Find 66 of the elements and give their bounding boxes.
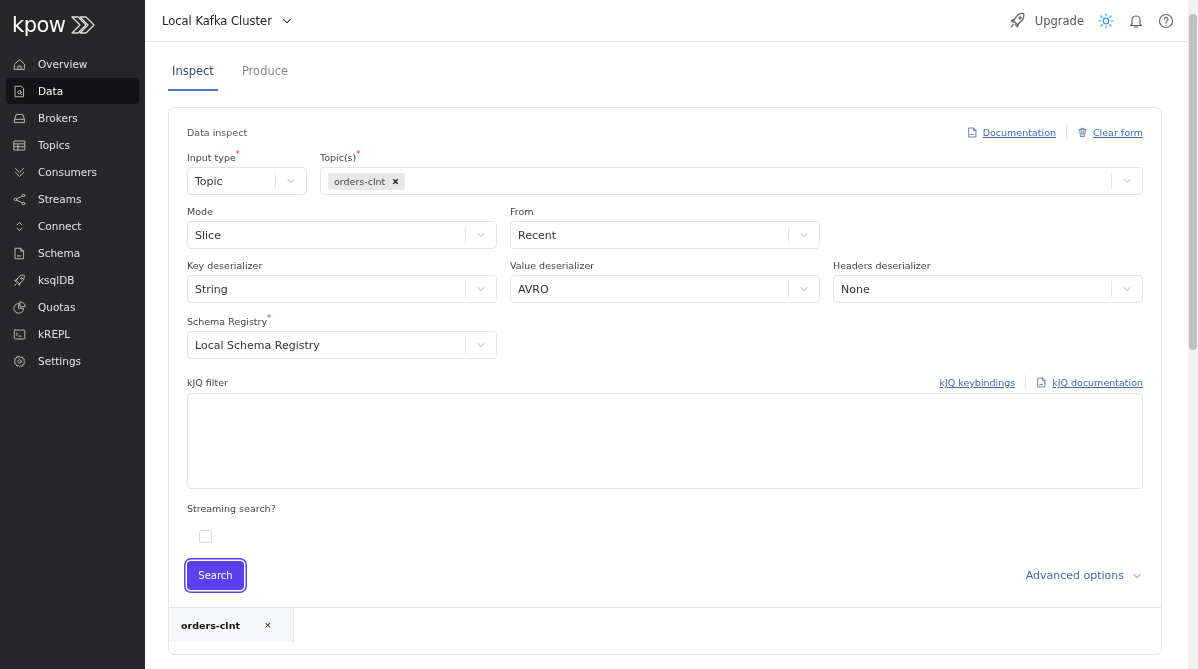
select-field[interactable]: None: [833, 275, 1143, 304]
tag-chip: orders-clnt: [328, 172, 406, 190]
tab[interactable]: Inspect: [168, 58, 218, 91]
select-field[interactable]: AVRO: [510, 275, 820, 304]
search-button[interactable]: Search: [187, 561, 244, 591]
link[interactable]: Clear form: [1077, 126, 1143, 138]
sidebar-item[interactable]: Brokers: [6, 105, 139, 131]
pie-chart-icon: [13, 300, 26, 314]
terminal-icon: [13, 327, 26, 341]
field-label: Key deserializer: [187, 260, 264, 272]
document-icon: [13, 246, 26, 260]
sidebar-item[interactable]: ksqlDB: [6, 267, 139, 293]
home-icon: [13, 57, 26, 71]
document-icon: [966, 126, 978, 138]
field-label: kJQ filter: [187, 376, 228, 388]
rocket-icon: [13, 273, 26, 287]
sidebar-item[interactable]: Quotas: [6, 294, 139, 320]
field-label: Headers deserializer: [833, 260, 932, 272]
field-label: Mode: [187, 206, 214, 218]
sidebar-item[interactable]: Connect: [6, 213, 139, 239]
share-icon: [13, 192, 26, 206]
result-tab[interactable]: orders-clnt ×: [169, 608, 295, 643]
rocket-icon: [1008, 12, 1026, 29]
select-field[interactable]: Topic: [187, 167, 307, 196]
field-label: Topic(s)$^{*}$: [320, 150, 362, 164]
checkbox[interactable]: [199, 530, 212, 544]
sidebar-item[interactable]: Topics: [6, 132, 139, 158]
field-label: Schema Registry$^{*}$: [187, 314, 273, 328]
sidebar-item[interactable]: Overview: [6, 51, 139, 77]
cluster-dropdown[interactable]: Local Kafka Cluster: [162, 13, 294, 28]
link[interactable]: Documentation: [966, 126, 1056, 138]
upgrade-button[interactable]: Upgrade: [1008, 12, 1084, 29]
sidebar-item[interactable]: kREPL: [6, 321, 139, 347]
logo-text: kpow: [12, 13, 66, 37]
field-label: Input type$^{*}$: [187, 150, 241, 164]
remove-icon[interactable]: [392, 177, 400, 185]
select-field[interactable]: Local Schema Registry: [187, 331, 497, 360]
sidebar-item[interactable]: Streams: [6, 186, 139, 212]
select-field[interactable]: String: [187, 275, 497, 304]
field-label: From: [510, 206, 535, 218]
advanced-options-toggle[interactable]: Advanced options: [1025, 569, 1143, 583]
sun-icon[interactable]: [1098, 12, 1114, 29]
drive-icon: [13, 111, 26, 125]
multi-select-field[interactable]: orders-clnt: [320, 167, 1143, 196]
sidebar-item[interactable]: Consumers: [6, 159, 139, 185]
document-icon: [1036, 376, 1048, 388]
document-search-icon: [13, 84, 26, 98]
close-button[interactable]: ×: [263, 620, 272, 631]
field-label: Value deserializer: [510, 260, 596, 272]
sidebar-item[interactable]: Settings: [6, 348, 139, 374]
link[interactable]: kJQ keybindings: [939, 376, 1016, 388]
select-field[interactable]: Recent: [510, 221, 820, 250]
sidebar-item[interactable]: Schema: [6, 240, 139, 266]
table-icon: [13, 138, 26, 152]
field-label: Streaming search?: [187, 503, 277, 515]
settings-icon: [13, 354, 26, 368]
scrollbar[interactable]: [1188, 0, 1198, 669]
trash-icon: [1077, 126, 1088, 138]
sidebar-item[interactable]: Data: [6, 78, 139, 104]
help-icon[interactable]: [1158, 12, 1174, 29]
tab[interactable]: Produce: [237, 58, 293, 91]
double-chevron-icon: [13, 165, 26, 179]
link[interactable]: kJQ documentation: [1036, 376, 1143, 388]
select-field[interactable]: Slice: [187, 221, 497, 250]
form-title: Data inspect: [187, 126, 248, 138]
notification-icon[interactable]: [1128, 12, 1144, 29]
